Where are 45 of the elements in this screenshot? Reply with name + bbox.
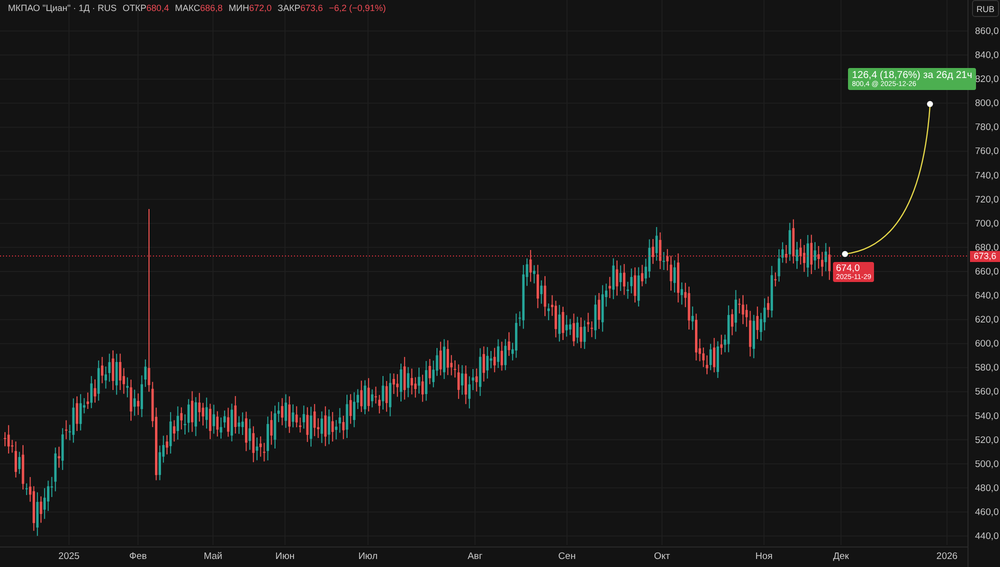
y-axis-label: 860,0	[975, 26, 999, 37]
y-axis-label: 500,0	[975, 458, 999, 470]
price-change: −6,2 (−0,91%)	[328, 3, 386, 13]
y-axis-label: 460,0	[975, 506, 999, 518]
y-axis-label: 560,0	[975, 386, 999, 398]
ohlc-value: 686,8	[200, 3, 223, 13]
y-axis-label: 440,0	[975, 531, 999, 542]
x-axis-label: 2025	[58, 551, 80, 562]
x-axis-label: Дек	[833, 551, 849, 562]
ohlc-value: 672,0	[249, 3, 272, 13]
y-axis-label: 580,0	[975, 362, 999, 374]
x-axis-label: Май	[204, 551, 222, 562]
y-axis-label: 740,0	[975, 170, 999, 182]
ohlc-label: ОТКР	[122, 3, 146, 13]
x-axis-label: Июл	[358, 551, 378, 562]
y-axis-label: 720,0	[975, 194, 999, 206]
x-axis-label: Окт	[654, 551, 670, 562]
y-axis-label: 660,0	[975, 266, 999, 278]
ohlc-value: 673,6	[300, 3, 323, 13]
y-axis-label: 640,0	[975, 290, 999, 302]
ohlc-label: МАКС	[174, 3, 200, 13]
ohlc-value: 680,4	[146, 3, 169, 13]
y-axis-label: 800,0	[975, 98, 999, 110]
y-axis-label: 620,0	[975, 314, 999, 326]
y-axis-label: 600,0	[975, 338, 999, 350]
y-axis-label: 820,0	[975, 74, 999, 86]
ohlc-label: ЗАКР	[278, 3, 300, 13]
currency-button[interactable]: RUB	[972, 0, 999, 17]
x-axis-label: 2026	[936, 551, 958, 562]
y-axis-label: 520,0	[975, 434, 999, 446]
y-axis-label: 700,0	[975, 218, 999, 230]
y-axis-label: 840,0	[975, 50, 999, 62]
x-axis-label: Ноя	[755, 551, 773, 562]
x-axis-label: Сен	[558, 551, 576, 562]
symbol-title: МКПАО "Циан" · 1Д · RUS	[8, 3, 117, 13]
y-axis-label: 680,0	[975, 242, 999, 254]
y-axis-label: 780,0	[975, 122, 999, 134]
x-axis-label: Июн	[275, 551, 295, 562]
y-axis-label: 540,0	[975, 410, 999, 422]
ohlc-label: МИН	[228, 3, 250, 13]
x-axis-label: Авг	[468, 551, 482, 562]
y-axis-label: 480,0	[975, 482, 999, 494]
x-axis-label: Фев	[129, 551, 147, 562]
last-price-tag: 673,6	[970, 251, 1000, 262]
y-axis-label: 760,0	[975, 146, 999, 158]
